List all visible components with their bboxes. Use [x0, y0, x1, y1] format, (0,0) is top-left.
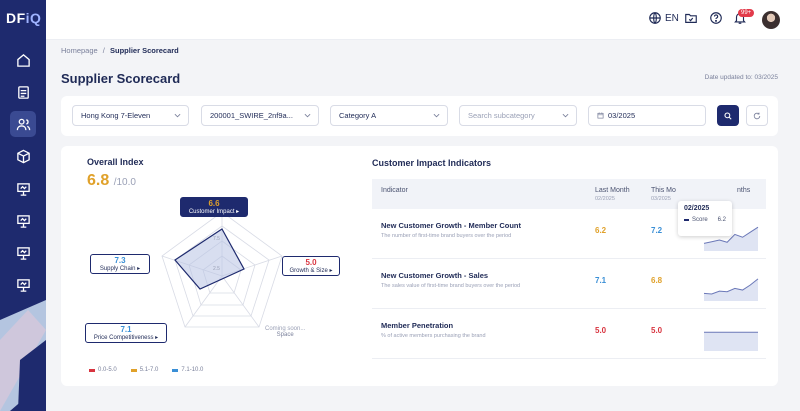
axis-customer-impact[interactable]: 6.6 Customer Impact ▸ — [180, 197, 248, 217]
top-bar: EN 99+ — [46, 0, 800, 40]
breadcrumb: Homepage / Supplier Scorecard — [61, 46, 179, 55]
calendar-icon — [597, 112, 604, 119]
subcategory-search[interactable]: Search subcategory — [459, 105, 577, 126]
legend-item: 7.1-10.0 — [172, 367, 203, 373]
reset-button[interactable] — [746, 105, 768, 126]
presentation-icon[interactable] — [10, 240, 36, 266]
legend-item: 5.1-7.0 — [130, 367, 158, 373]
scorecard-card: Overall Index 6.8 /10.0 7.5 2.5 6.6 Cust… — [61, 146, 778, 386]
axis-price-competitiveness[interactable]: 7.1 Price Competitiveness ▸ — [85, 323, 167, 343]
language-switcher[interactable]: EN — [648, 11, 679, 25]
radar-tick: 7.5 — [213, 236, 220, 242]
legend-item: 0.0-5.0 — [89, 367, 117, 373]
sidebar: DFiQ — [0, 0, 46, 411]
search-icon — [724, 111, 732, 120]
category-select[interactable]: Category A — [330, 105, 448, 126]
help-icon[interactable] — [709, 11, 723, 25]
table-row[interactable]: Member Penetration % of active members p… — [372, 309, 766, 359]
axis-supply-chain[interactable]: 7.3 Supply Chain ▸ — [90, 254, 150, 274]
home-icon[interactable] — [10, 47, 36, 73]
app-logo[interactable]: DFiQ — [6, 10, 41, 26]
chevron-down-icon — [174, 113, 181, 118]
sidebar-decoration — [0, 300, 46, 411]
filter-bar: Hong Kong 7-Eleven 200001_SWIRE_2nf9a...… — [61, 96, 778, 136]
folder-icon[interactable] — [684, 11, 698, 25]
breadcrumb-current: Supplier Scorecard — [109, 46, 179, 55]
box-icon[interactable] — [10, 143, 36, 169]
store-select[interactable]: Hong Kong 7-Eleven — [72, 105, 189, 126]
trend-sparkline[interactable] — [702, 315, 760, 353]
radar-tick: 2.5 — [213, 266, 220, 272]
breadcrumb-home[interactable]: Homepage — [61, 46, 98, 55]
trend-tooltip: 02/2025 Score 6.2 — [678, 201, 732, 236]
axis-growth-size[interactable]: 5.0 Growth & Size ▸ — [282, 256, 340, 276]
chevron-down-icon — [433, 113, 440, 118]
presentation-icon[interactable] — [10, 272, 36, 298]
refresh-icon — [753, 112, 761, 119]
globe-icon — [649, 12, 661, 24]
presentation-icon[interactable] — [10, 208, 36, 234]
page-title: Supplier Scorecard — [61, 71, 181, 86]
trend-sparkline[interactable] — [702, 265, 760, 303]
table-row[interactable]: New Customer Growth - Sales The sales va… — [372, 259, 766, 309]
users-icon[interactable] — [10, 111, 36, 137]
axis-space-coming-soon: Coming soon... Space — [265, 326, 306, 338]
period-picker[interactable]: 03/2025 — [588, 105, 706, 126]
customer-impact-title: Customer Impact Indicators — [372, 158, 492, 168]
presentation-icon[interactable] — [10, 176, 36, 202]
date-updated: Date updated to: 03/2025 — [704, 74, 778, 81]
score-legend: 0.0-5.0 5.1-7.0 7.1-10.0 — [89, 367, 203, 373]
user-avatar[interactable] — [762, 11, 780, 29]
supplier-select[interactable]: 200001_SWIRE_2nf9a... — [201, 105, 319, 126]
chevron-down-icon — [304, 113, 311, 118]
search-button[interactable] — [717, 105, 739, 126]
chevron-down-icon — [562, 113, 569, 118]
notification-badge: 99+ — [738, 9, 755, 17]
language-label: EN — [665, 12, 679, 24]
document-icon[interactable] — [10, 79, 36, 105]
sparkline-area — [704, 332, 758, 351]
